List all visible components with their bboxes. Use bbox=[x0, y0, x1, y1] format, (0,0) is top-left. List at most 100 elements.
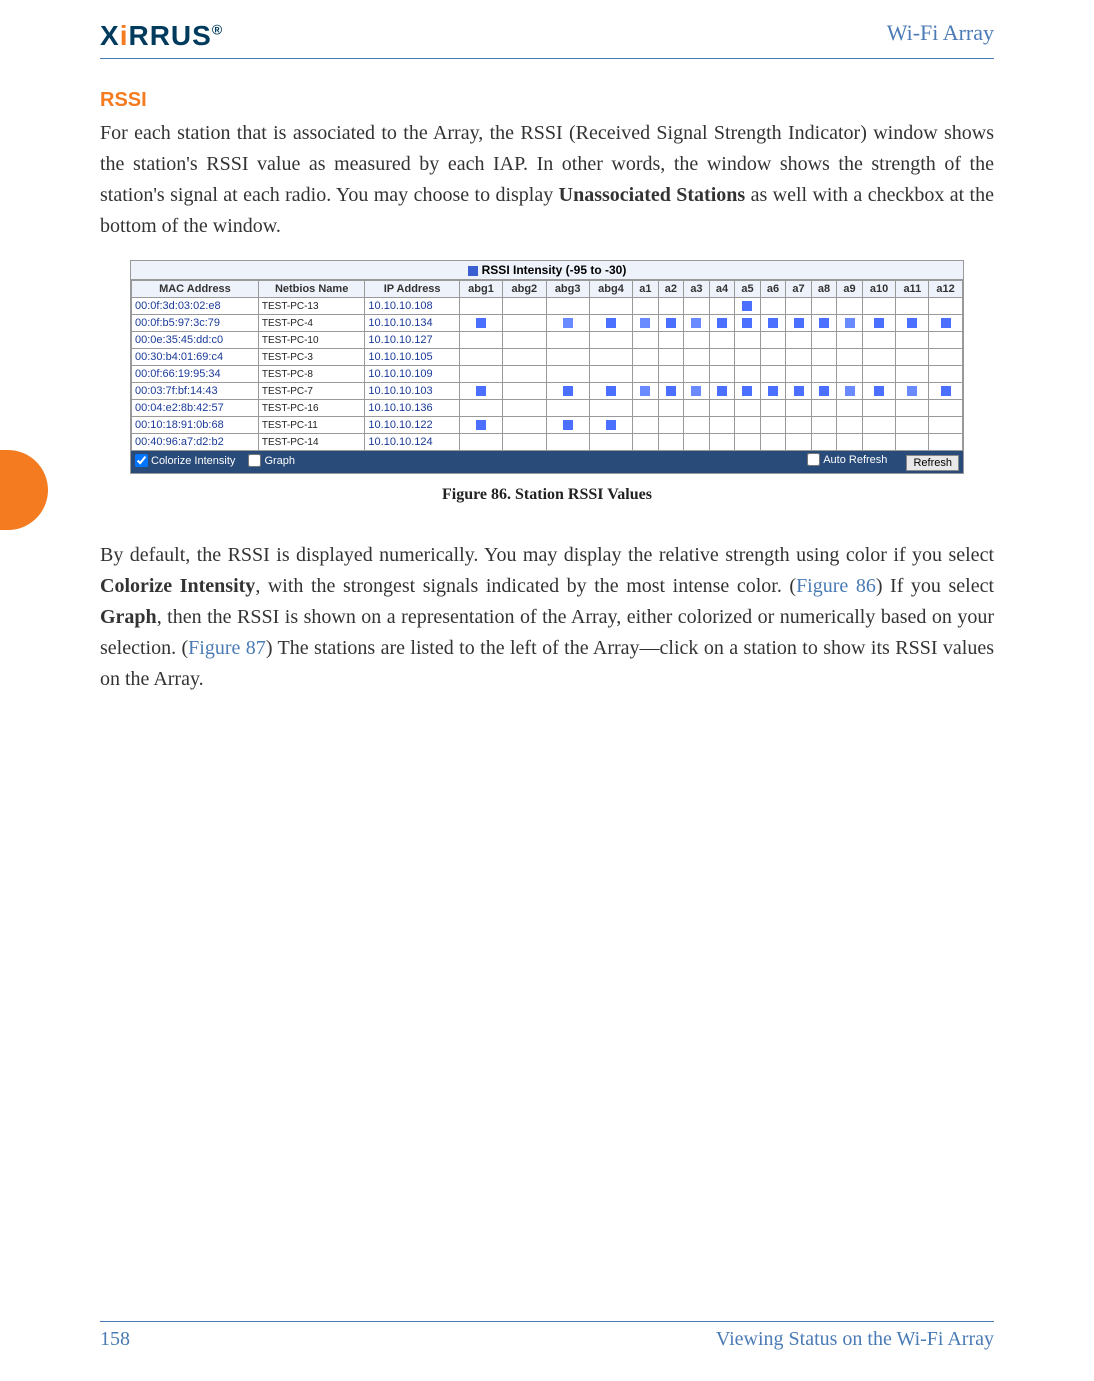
rssi-cell bbox=[862, 417, 896, 434]
footer-section: Viewing Status on the Wi-Fi Array bbox=[716, 1328, 994, 1351]
ip-cell: 10.10.10.109 bbox=[365, 366, 459, 383]
rssi-cell bbox=[929, 366, 963, 383]
rssi-cell bbox=[862, 434, 896, 451]
rssi-cell bbox=[735, 366, 761, 383]
ip-cell: 10.10.10.103 bbox=[365, 383, 459, 400]
rssi-cell bbox=[837, 417, 863, 434]
figure86-link[interactable]: Figure 86 bbox=[796, 575, 876, 597]
refresh-button[interactable]: Refresh bbox=[906, 455, 959, 471]
rssi-cell bbox=[786, 315, 812, 332]
ip-cell: 10.10.10.136 bbox=[365, 400, 459, 417]
mac-cell: 00:0f:3d:03:02:e8 bbox=[132, 298, 259, 315]
intensity-square-icon bbox=[874, 386, 884, 396]
legend-square-icon bbox=[468, 266, 478, 276]
rssi-cell bbox=[546, 332, 589, 349]
intensity-square-icon bbox=[476, 318, 486, 328]
page-header: XiRRUS® Wi-Fi Array bbox=[100, 20, 994, 59]
intensity-square-icon bbox=[907, 386, 917, 396]
netbios-cell: TEST-PC-14 bbox=[258, 434, 365, 451]
rssi-cell bbox=[684, 366, 710, 383]
figure87-link[interactable]: Figure 87 bbox=[188, 637, 266, 659]
mac-cell: 00:0e:35:45:dd:c0 bbox=[132, 332, 259, 349]
table-row: 00:0f:66:19:95:34TEST-PC-810.10.10.109 bbox=[132, 366, 963, 383]
intensity-square-icon bbox=[666, 318, 676, 328]
p2-bold2: Graph bbox=[100, 606, 157, 628]
rssi-cell bbox=[633, 349, 659, 366]
col-a6: a6 bbox=[760, 281, 786, 298]
col-a7: a7 bbox=[786, 281, 812, 298]
rssi-cell bbox=[709, 298, 735, 315]
netbios-cell: TEST-PC-4 bbox=[258, 315, 365, 332]
rssi-cell bbox=[896, 400, 929, 417]
rssi-cell bbox=[684, 332, 710, 349]
rssi-cell bbox=[503, 366, 546, 383]
rssi-cell bbox=[929, 434, 963, 451]
rssi-cell bbox=[503, 298, 546, 315]
rssi-cell bbox=[760, 434, 786, 451]
intensity-square-icon bbox=[768, 386, 778, 396]
rssi-cell bbox=[633, 366, 659, 383]
col-a12: a12 bbox=[929, 281, 963, 298]
netbios-cell: TEST-PC-3 bbox=[258, 349, 365, 366]
section-heading: RSSI bbox=[100, 89, 994, 112]
legend-row: RSSI Intensity (-95 to -30) bbox=[131, 261, 963, 280]
intensity-square-icon bbox=[845, 318, 855, 328]
rssi-cell bbox=[633, 332, 659, 349]
intensity-square-icon bbox=[742, 301, 752, 311]
p2-b: , with the strongest signals indicated b… bbox=[255, 575, 796, 597]
rssi-cell bbox=[929, 332, 963, 349]
rssi-cell bbox=[658, 366, 684, 383]
col-a11: a11 bbox=[896, 281, 929, 298]
rssi-cell bbox=[760, 332, 786, 349]
rssi-cell bbox=[546, 434, 589, 451]
rssi-cell bbox=[760, 349, 786, 366]
product-name: Wi-Fi Array bbox=[887, 20, 994, 46]
rssi-cell bbox=[862, 383, 896, 400]
rssi-cell bbox=[589, 315, 632, 332]
intensity-square-icon bbox=[768, 318, 778, 328]
rssi-cell bbox=[837, 383, 863, 400]
intensity-square-icon bbox=[819, 386, 829, 396]
mac-cell: 00:40:96:a7:d2:b2 bbox=[132, 434, 259, 451]
rssi-cell bbox=[459, 315, 502, 332]
rssi-cell bbox=[633, 417, 659, 434]
page-number: 158 bbox=[100, 1328, 130, 1351]
ip-cell: 10.10.10.134 bbox=[365, 315, 459, 332]
rssi-cell bbox=[837, 434, 863, 451]
rssi-cell bbox=[735, 332, 761, 349]
rssi-cell bbox=[709, 417, 735, 434]
rssi-cell bbox=[735, 298, 761, 315]
rssi-cell bbox=[760, 315, 786, 332]
rssi-cell bbox=[709, 349, 735, 366]
rssi-cell bbox=[546, 315, 589, 332]
graph-check-input[interactable] bbox=[248, 454, 261, 467]
rssi-cell bbox=[837, 349, 863, 366]
auto-refresh-check-input[interactable] bbox=[807, 453, 820, 466]
rssi-cell bbox=[735, 315, 761, 332]
rssi-cell bbox=[684, 434, 710, 451]
rssi-cell bbox=[760, 400, 786, 417]
colorize-checkbox[interactable]: Colorize Intensity bbox=[135, 454, 235, 467]
intensity-square-icon bbox=[907, 318, 917, 328]
rssi-cell bbox=[658, 434, 684, 451]
graph-checkbox[interactable]: Graph bbox=[248, 454, 295, 467]
rssi-cell bbox=[837, 400, 863, 417]
intensity-square-icon bbox=[874, 318, 884, 328]
rssi-cell bbox=[760, 298, 786, 315]
col-a3: a3 bbox=[684, 281, 710, 298]
rssi-cell bbox=[658, 383, 684, 400]
rssi-cell bbox=[896, 315, 929, 332]
rssi-cell bbox=[589, 366, 632, 383]
mac-cell: 00:10:18:91:0b:68 bbox=[132, 417, 259, 434]
p2-c: ) If you select bbox=[876, 575, 994, 597]
col-netbios-name: Netbios Name bbox=[258, 281, 365, 298]
rssi-cell bbox=[709, 332, 735, 349]
auto-refresh-checkbox[interactable]: Auto Refresh bbox=[807, 453, 887, 466]
rssi-table: MAC AddressNetbios NameIP Addressabg1abg… bbox=[131, 280, 963, 451]
colorize-check-input[interactable] bbox=[135, 454, 148, 467]
rssi-cell bbox=[658, 349, 684, 366]
rssi-cell bbox=[929, 417, 963, 434]
rssi-cell bbox=[503, 417, 546, 434]
rssi-cell bbox=[658, 298, 684, 315]
legend-text: RSSI Intensity (-95 to -30) bbox=[482, 263, 627, 277]
